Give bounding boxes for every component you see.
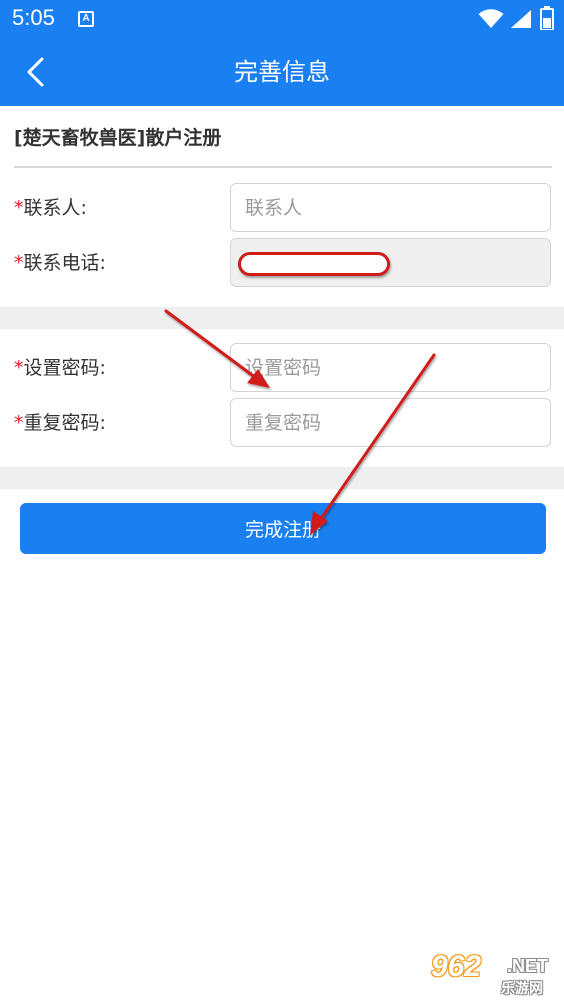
redaction-mark [238,252,390,276]
signal-icon [511,10,531,28]
contact-person-label: *联系人: [14,183,87,233]
section-divider [0,307,564,329]
app-bar: 完善信息 [0,38,564,106]
status-bar: 5:05 A [0,0,564,38]
contact-phone-label: *联系电话: [14,238,106,288]
battery-icon [540,6,554,30]
contact-person-input[interactable] [230,183,551,232]
form-section-title: [楚天畜牧兽医]散户注册 [14,108,552,168]
wifi-icon [478,9,504,28]
watermark-main: 962 [431,950,482,983]
set-password-label-text: 设置密码: [23,357,106,379]
required-mark: * [14,197,24,219]
required-mark: * [14,412,24,434]
required-mark: * [14,357,24,379]
repeat-password-row: *重复密码: [0,398,564,448]
repeat-password-label-text: 重复密码: [23,412,106,434]
required-mark: * [14,252,24,274]
status-time: 5:05 [12,5,55,30]
watermark-suffix: .NET [507,956,549,976]
set-password-label: *设置密码: [14,343,106,393]
set-password-row: *设置密码: [0,343,564,393]
page-title: 完善信息 [234,58,330,86]
contact-phone-label-text: 联系电话: [23,252,106,274]
watermark-sub: 乐游网 [501,981,543,997]
contact-person-row: *联系人: [0,183,564,233]
watermark-logo: 962 .NET 乐游网 [425,948,560,1000]
notification-app-icon: A [78,11,94,27]
set-password-input[interactable] [230,343,551,392]
section-divider [0,467,564,489]
contact-person-label-text: 联系人: [23,197,87,219]
complete-registration-button[interactable]: 完成注册 [20,503,546,554]
repeat-password-label: *重复密码: [14,398,106,448]
repeat-password-input[interactable] [230,398,551,447]
